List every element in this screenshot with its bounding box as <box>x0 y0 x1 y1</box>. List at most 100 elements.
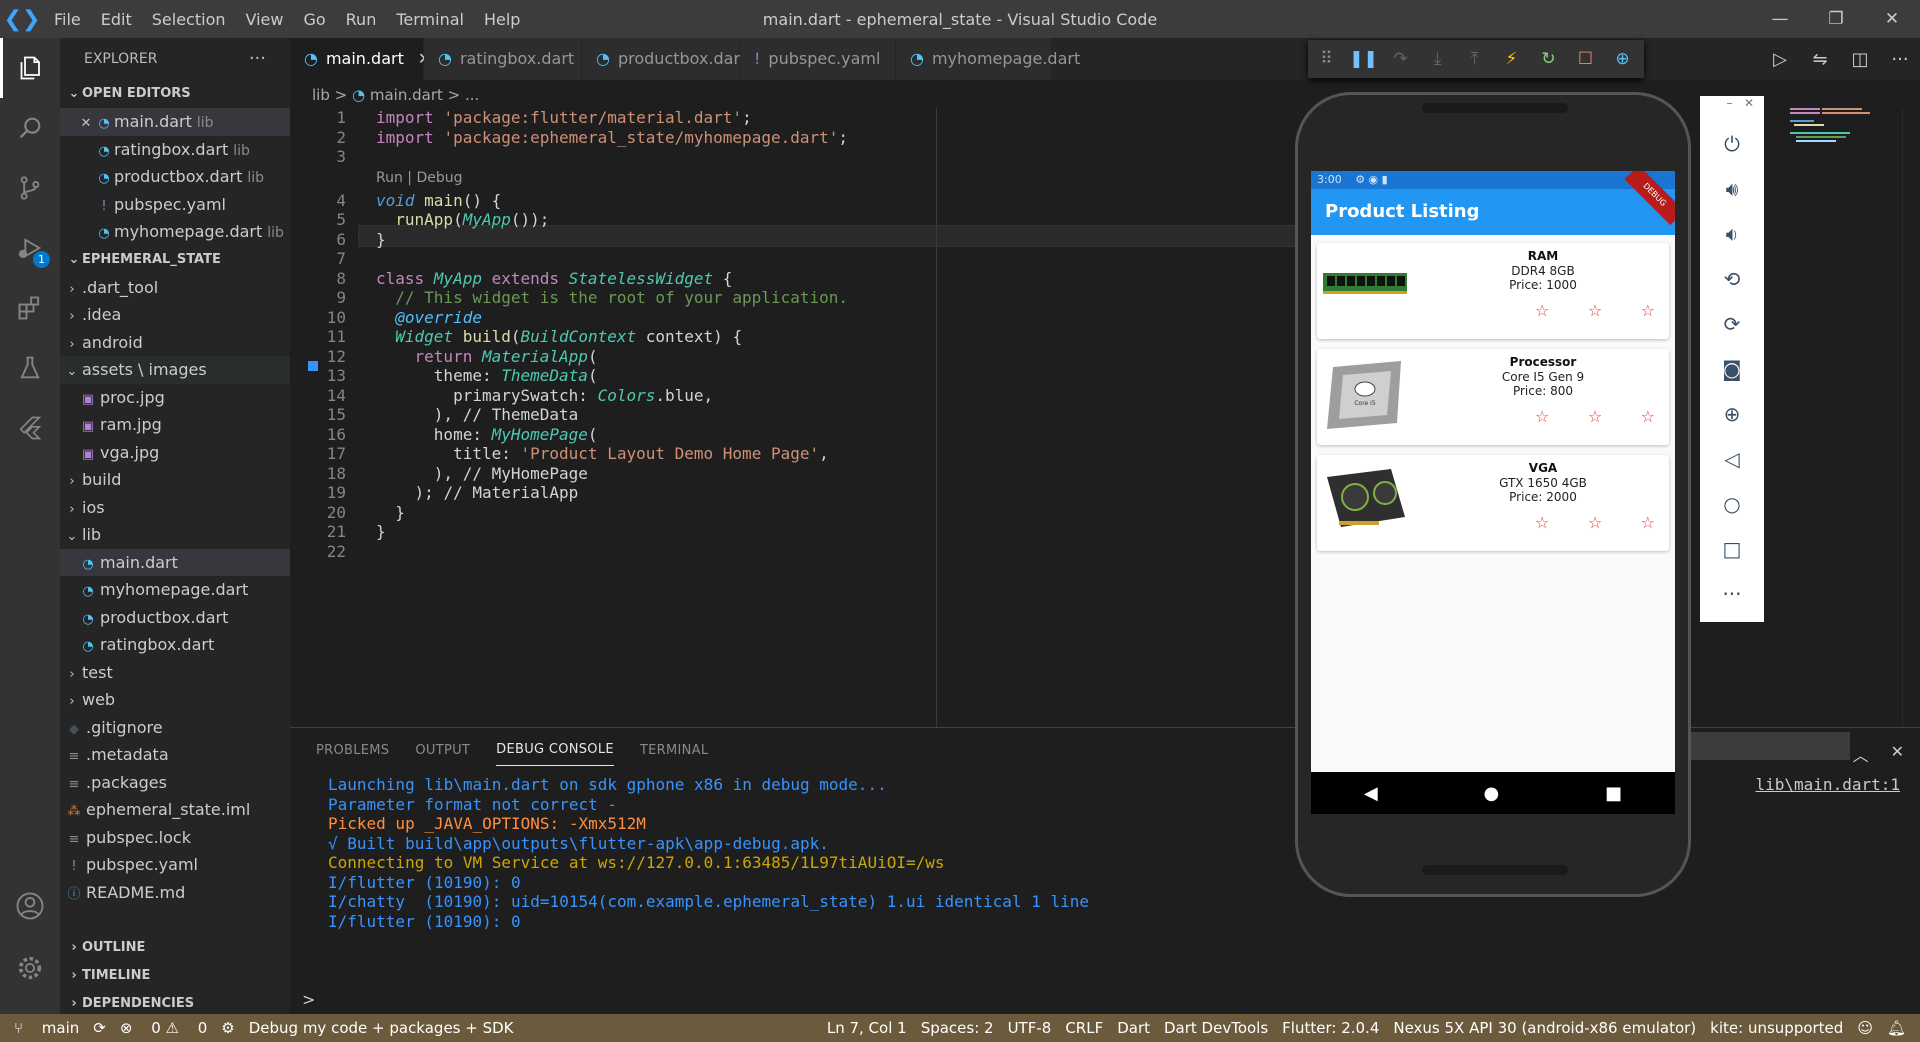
code-line[interactable]: import 'package:ephemeral_state/myhomepa… <box>376 128 848 147</box>
language-mode[interactable]: Dart <box>1117 1019 1150 1037</box>
manage-gear-icon[interactable] <box>0 938 60 998</box>
tree-folder[interactable]: › test <box>60 659 290 687</box>
code-line[interactable]: Widget build(BuildContext context) { <box>376 327 742 346</box>
flutter-icon[interactable] <box>0 398 60 458</box>
product-card[interactable]: Core i5 Processor Core I5 Gen 9 Price: 800 ☆… <box>1317 349 1669 445</box>
rotate-left-icon[interactable]: ⟲ <box>1700 257 1764 302</box>
debug-config-icon[interactable]: ⚙ <box>221 1019 234 1037</box>
branch-item[interactable]: ⑂ main <box>14 1019 79 1037</box>
code-line[interactable]: } <box>376 522 386 541</box>
open-editor-item[interactable]: ◔ ratingbox.dart lib <box>60 136 290 164</box>
explorer-more-icon[interactable]: ··· <box>249 38 266 80</box>
tree-folder[interactable]: › web <box>60 686 290 714</box>
overview-icon[interactable]: □ <box>1700 527 1764 572</box>
more-actions-icon[interactable]: ··· <box>1880 49 1920 70</box>
panel-tab-problems[interactable]: PROBLEMS <box>316 735 389 766</box>
open-editor-item[interactable]: ! pubspec.yaml <box>60 191 290 219</box>
code-line[interactable]: theme: ThemeData( <box>376 366 598 385</box>
restore-button[interactable]: ❐ <box>1808 0 1864 38</box>
step-over-icon[interactable]: ↷ <box>1382 49 1419 69</box>
code-line[interactable]: ); // MaterialApp <box>376 483 579 502</box>
source-control-icon[interactable] <box>0 158 60 218</box>
tree-file[interactable]: ≡ .metadata <box>60 741 290 769</box>
menu-item-file[interactable]: File <box>54 10 81 29</box>
code-line[interactable]: } <box>376 230 386 249</box>
code-line[interactable]: ), // ThemeData <box>376 405 579 424</box>
drag-handle-icon[interactable]: ⠿ <box>1308 49 1345 69</box>
code-line[interactable]: } <box>376 503 405 522</box>
restart-icon[interactable]: ↻ <box>1530 49 1567 69</box>
editor-scrollbar[interactable] <box>1902 108 1920 728</box>
hot-reload-icon[interactable]: ⚡ <box>1493 49 1530 69</box>
breadcrumb-tail[interactable]: > ... <box>448 86 480 104</box>
flutter-version[interactable]: Flutter: 2.0.4 <box>1282 1019 1379 1037</box>
tree-folder[interactable]: ⌄ lib <box>60 521 290 549</box>
code-line[interactable]: class MyApp extends StatelessWidget { <box>376 269 732 288</box>
panel-tab-output[interactable]: OUTPUT <box>415 735 470 766</box>
menu-item-view[interactable]: View <box>246 10 284 29</box>
tree-file[interactable]: ◔ ratingbox.dart <box>60 631 290 659</box>
star-icon[interactable]: ☆ <box>1641 407 1655 426</box>
nav-overview-icon[interactable]: ■ <box>1605 783 1622 804</box>
menu-item-go[interactable]: Go <box>303 10 325 29</box>
product-card[interactable]: RAM DDR4 8GB Price: 1000 ☆ ☆ ☆ <box>1317 243 1669 339</box>
star-icon[interactable]: ☆ <box>1588 513 1602 532</box>
source-link[interactable]: lib\main.dart:1 <box>1756 775 1901 794</box>
indentation[interactable]: Spaces: 2 <box>921 1019 994 1037</box>
section-timeline[interactable]: › TIMELINE <box>60 962 290 990</box>
tree-folder[interactable]: › .dart_tool <box>60 274 290 302</box>
code-line[interactable]: void main() { <box>376 191 501 210</box>
star-icon[interactable]: ☆ <box>1641 301 1655 320</box>
close-editor-icon[interactable]: ✕ <box>78 110 94 138</box>
run-debug-codelens[interactable]: Run | Debug <box>376 170 463 186</box>
product-card[interactable]: VGA GTX 1650 4GB Price: 2000 ☆ ☆ ☆ <box>1317 455 1669 551</box>
section-outline[interactable]: › OUTLINE <box>60 934 290 962</box>
emulator-window-controls[interactable]: – ✕ <box>1700 96 1764 122</box>
star-icon[interactable]: ☆ <box>1588 301 1602 320</box>
zoom-icon[interactable]: ⊕ <box>1700 392 1764 437</box>
step-out-icon[interactable]: ⤒ <box>1456 49 1493 69</box>
run-icon[interactable]: ▷ <box>1760 49 1800 70</box>
open-editor-item[interactable]: ◔ myhomepage.dart lib <box>60 218 290 246</box>
volume-up-icon[interactable]: 🔊︎ <box>1700 167 1764 212</box>
kite-status[interactable]: kite: unsupported <box>1710 1019 1843 1037</box>
tree-file[interactable]: ⓘ README.md <box>60 879 290 907</box>
camera-icon[interactable]: ◙ <box>1700 347 1764 392</box>
dart-devtools[interactable]: Dart DevTools <box>1164 1019 1268 1037</box>
back-icon[interactable]: ◁ <box>1700 437 1764 482</box>
code-line[interactable]: title: 'Product Layout Demo Home Page', <box>376 444 829 463</box>
tree-file[interactable]: ◔ main.dart <box>60 548 290 576</box>
star-icon[interactable]: ☆ <box>1535 407 1549 426</box>
explorer-icon[interactable] <box>0 38 60 98</box>
star-icon[interactable]: ☆ <box>1641 513 1655 532</box>
star-icon[interactable]: ☆ <box>1535 301 1549 320</box>
workspace-section[interactable]: ⌄ EPHEMERAL_STATE <box>60 246 290 274</box>
extensions-icon[interactable] <box>0 278 60 338</box>
tree-folder[interactable]: › android <box>60 329 290 357</box>
breadcrumb-file[interactable]: main.dart <box>370 86 443 104</box>
notifications-icon[interactable]: 🔔︎ <box>1887 1019 1906 1037</box>
tree-file[interactable]: ◔ productbox.dart <box>60 604 290 632</box>
code-line[interactable]: // This widget is the root of your appli… <box>376 288 848 307</box>
tree-folder[interactable]: › ios <box>60 494 290 522</box>
tree-file[interactable]: ! pubspec.yaml <box>60 851 290 879</box>
home-icon[interactable]: ○ <box>1700 482 1764 527</box>
search-icon[interactable] <box>0 98 60 158</box>
testing-icon[interactable] <box>0 338 60 398</box>
minimap[interactable] <box>1790 108 1900 148</box>
code-line[interactable]: home: MyHomePage( <box>376 425 598 444</box>
code-line[interactable]: import 'package:flutter/material.dart'; <box>376 108 752 127</box>
menu-item-help[interactable]: Help <box>484 10 520 29</box>
open-editor-item[interactable]: ◔ productbox.dart lib <box>60 163 290 191</box>
tab-main-dart[interactable]: ◔main.dart✕ <box>290 38 431 80</box>
code-line[interactable]: runApp(MyApp()); <box>376 210 549 229</box>
volume-down-icon[interactable]: 🔉︎ <box>1700 212 1764 257</box>
menu-item-terminal[interactable]: Terminal <box>396 10 464 29</box>
debug-mode[interactable]: Debug my code + packages + SDK <box>249 1019 514 1037</box>
close-window-button[interactable]: ✕ <box>1864 0 1920 38</box>
pause-icon[interactable]: ❚❚ <box>1345 49 1382 69</box>
tree-file[interactable]: ▣ proc.jpg <box>60 384 290 412</box>
maximize-panel-icon[interactable]: ︿ <box>1853 742 1869 766</box>
tree-file[interactable]: ◔ myhomepage.dart <box>60 576 290 604</box>
sync-icon[interactable]: ⟳ <box>93 1019 106 1037</box>
